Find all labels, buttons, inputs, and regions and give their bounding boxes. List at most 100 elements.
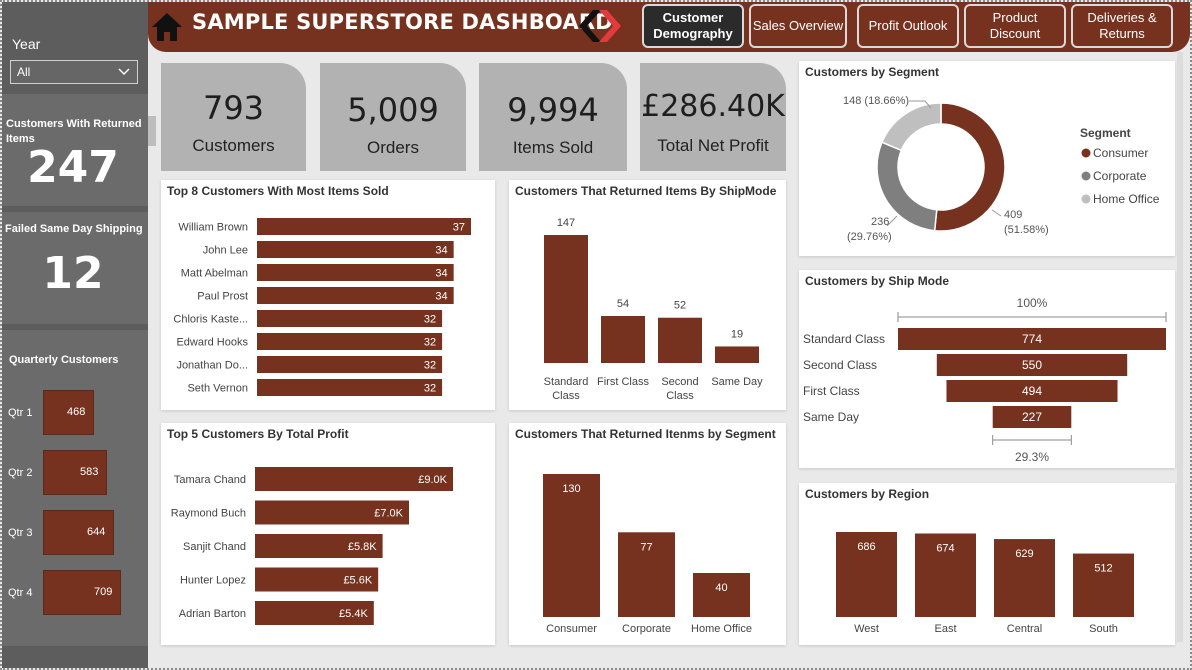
- bar: [257, 218, 471, 235]
- quarterly-label: Qtr 3: [8, 527, 33, 539]
- slice-label: 409: [1004, 209, 1022, 221]
- bar-category-label: Paul Prost: [197, 291, 248, 303]
- kpi-orders: 5,009 Orders: [320, 63, 466, 171]
- bar: [257, 287, 454, 304]
- legend-title: Segment: [1080, 126, 1131, 140]
- page-scrollbar[interactable]: [1177, 52, 1183, 642]
- legend-label: Home Office: [1093, 192, 1160, 206]
- slice-label: 236: [871, 216, 889, 228]
- kpi-items-value: 9,994: [507, 91, 599, 129]
- quarterly-value: 644: [87, 526, 106, 538]
- bar-category-label: Edward Hooks: [176, 337, 248, 349]
- bar-value-label: 32: [424, 383, 436, 395]
- tab-product-discount[interactable]: Product Discount: [964, 4, 1066, 48]
- bar-category-label: Sanjit Chand: [183, 541, 246, 553]
- failed-kpi-value: 12: [42, 248, 104, 299]
- year-filter-select[interactable]: All: [10, 60, 138, 84]
- returned-shipmode-chart: 147 Standard Class 54 First Class 52 Second Cla…: [544, 217, 764, 402]
- bar-value-label: 52: [674, 300, 686, 312]
- bar-category-label: Consumer: [546, 623, 597, 635]
- quarterly-value: 583: [80, 466, 99, 478]
- bar: [658, 317, 702, 363]
- nav-chevrons-icon[interactable]: [575, 10, 621, 46]
- funnel-bottom-label: 29.3%: [1015, 450, 1049, 464]
- bar-category-label: Corporate: [622, 623, 671, 635]
- kpi-items-label: Items Sold: [512, 138, 594, 157]
- bar-value-label: 34: [435, 268, 447, 280]
- funnel-category-label: Second Class: [803, 358, 877, 372]
- funnel-value-label: 550: [1022, 358, 1042, 372]
- segment-card: Customers by Segment 409 (51.58%) 236 (29.7…: [799, 61, 1175, 256]
- bar-category-label: South: [1089, 623, 1118, 635]
- bar-category-label: John Lee: [203, 245, 248, 257]
- year-filter-value: All: [17, 65, 31, 79]
- bar: [544, 235, 588, 363]
- quarterly-label: Qtr 4: [8, 587, 33, 599]
- kpi-orders-value: 5,009: [347, 91, 439, 129]
- bar-value-label: £5.4K: [339, 608, 368, 620]
- top5-card: Top 5 Customers By Total Profit Tamara C…: [161, 423, 495, 645]
- bar-category-label: Same Day: [711, 376, 763, 388]
- funnel-top-bracket: [897, 312, 1167, 322]
- home-icon[interactable]: [150, 10, 184, 44]
- kpi-customers-value: 793: [202, 89, 265, 127]
- bar: [693, 573, 750, 617]
- tab-deliveries-returns[interactable]: Deliveries & Returns: [1071, 4, 1173, 48]
- funnel-category-label: Standard Class: [803, 332, 885, 346]
- bar-value-label: 77: [640, 541, 652, 553]
- top8-card: Top 8 Customers With Most Items Sold Wil…: [161, 180, 495, 410]
- returned-shipmode-card: Customers That Returned Items By ShipMod…: [509, 180, 786, 410]
- tab-sales-overview[interactable]: Sales Overview: [749, 4, 847, 48]
- bar-category-label: William Brown: [178, 222, 248, 234]
- funnel-category-label: Same Day: [803, 410, 859, 424]
- bar-value-label: 674: [936, 542, 954, 554]
- legend-label: Consumer: [1093, 146, 1148, 160]
- bar-category-label: Home Office: [691, 623, 752, 635]
- kpi-net-profit: £286.40K Total Net Profit: [640, 63, 786, 171]
- bar-category-label: Jonathan Do...: [176, 360, 248, 372]
- kpi-orders-label: Orders: [367, 138, 419, 157]
- bar-category-label: West: [854, 623, 879, 635]
- bar: [257, 356, 443, 373]
- region-chart: 686 West 674 East 629 Central 512 South: [836, 532, 1134, 635]
- legend-dot: [1081, 194, 1091, 204]
- quarterly-value: 468: [67, 406, 86, 418]
- bar-value-label: 629: [1015, 548, 1033, 560]
- funnel-value-label: 774: [1022, 332, 1042, 346]
- slice-label: 148 (18.66%): [843, 95, 909, 107]
- bar-value-label: 19: [731, 328, 743, 340]
- bar-value-label: 32: [424, 360, 436, 372]
- bar-category-label: Matt Abelman: [181, 268, 248, 280]
- panel-scroll-handle[interactable]: [148, 116, 156, 146]
- segment-chart: 409 (51.58%) 236 (29.76%) 148 (18.66%) Segmen…: [843, 95, 1160, 243]
- bar-value-label: £9.0K: [418, 474, 447, 486]
- bar-category-label: Chloris Kaste...: [173, 314, 248, 326]
- returned-kpi-value: 247: [27, 142, 119, 193]
- bar-category-label: Tamara Chand: [174, 474, 246, 486]
- bar-category-label: East: [934, 623, 956, 635]
- bar-value-label: 32: [424, 337, 436, 349]
- bar-value-label: 512: [1094, 563, 1112, 575]
- tab-customer-demography[interactable]: Customer Demography: [642, 4, 744, 48]
- funnel-category-label: First Class: [803, 384, 860, 398]
- kpi-profit-label: Total Net Profit: [657, 136, 769, 155]
- quarterly-title: Quarterly Customers: [9, 354, 119, 366]
- bar-category-label: Adrian Barton: [179, 608, 246, 620]
- kpi-customers-label: Customers: [192, 136, 275, 155]
- shipmode-chart: 100% Standard Class 774 Second Class 550 Firs…: [803, 296, 1167, 464]
- funnel-value-label: 494: [1022, 384, 1042, 398]
- quarterly-label: Qtr 2: [8, 467, 33, 479]
- bar: [257, 333, 443, 350]
- bar-value-label: £5.8K: [348, 541, 377, 553]
- slice-label: (29.76%): [847, 231, 892, 243]
- bar-value-label: 34: [435, 291, 447, 303]
- tab-profit-outlook[interactable]: Profit Outlook: [857, 4, 959, 48]
- bar-value-label: 130: [562, 483, 580, 495]
- bar: [601, 315, 645, 363]
- slice-label: (51.58%): [1004, 224, 1049, 236]
- bar: [257, 310, 443, 327]
- bar-value-label: 34: [435, 245, 447, 257]
- bar: [715, 346, 759, 363]
- failed-kpi-title: Failed Same Day Shipping: [5, 223, 143, 235]
- bar-category-label: Class: [666, 390, 694, 402]
